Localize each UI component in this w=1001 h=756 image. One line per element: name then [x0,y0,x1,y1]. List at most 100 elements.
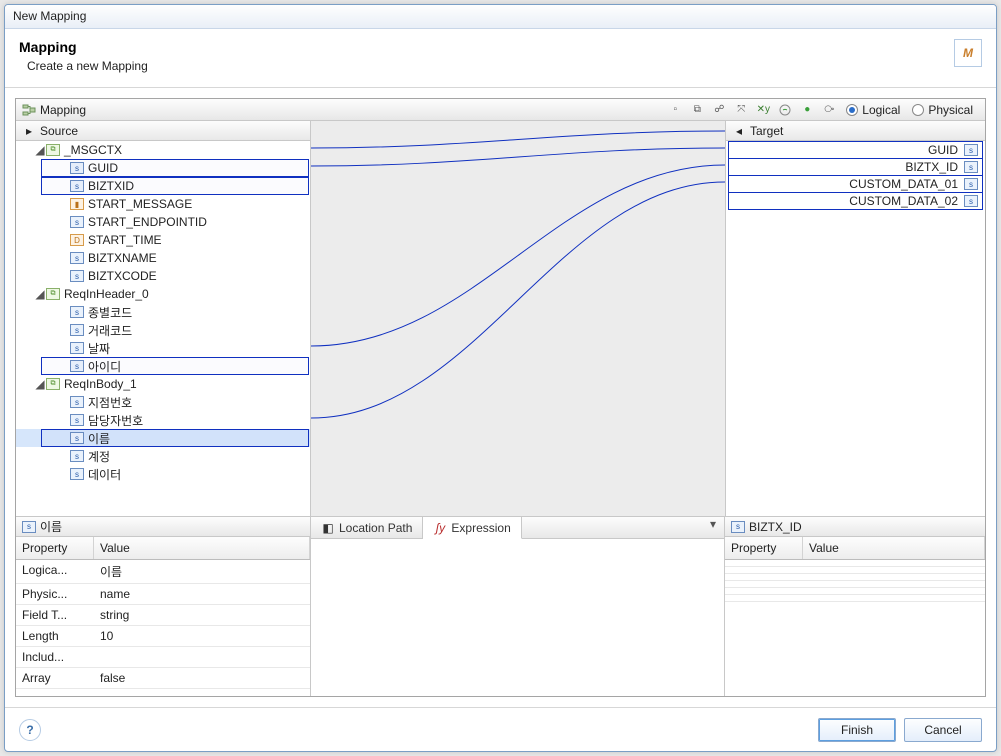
cancel-label: Cancel [924,723,961,737]
radio-physical[interactable]: Physical [912,103,973,117]
property-row[interactable] [725,595,985,602]
window-title: New Mapping [13,9,86,23]
type-s-icon: s [70,306,84,318]
col-property: Property [16,537,94,559]
tree-label: BIZTXNAME [88,251,157,265]
tree-item[interactable]: s이름 [16,429,310,447]
twisty-icon[interactable]: ◢ [34,287,46,301]
property-row[interactable] [725,567,985,574]
source-icon: ▸ [22,124,36,138]
tree-item[interactable]: ▮START_MESSAGE [16,195,310,213]
tree-label: START_TIME [88,233,162,247]
tb-btn-1[interactable]: ▫ [666,101,684,119]
tree-item[interactable]: s날짜 [16,339,310,357]
property-row[interactable]: Includ... [16,647,310,668]
tree-item[interactable]: sBIZTXCODE [16,267,310,285]
property-row[interactable] [725,588,985,595]
tree-item[interactable]: s아이디 [16,357,310,375]
titlebar[interactable]: New Mapping [5,5,996,29]
twisty-icon[interactable]: ◢ [34,143,46,157]
finish-label: Finish [841,723,873,737]
target-properties-title: BIZTX_ID [749,520,802,534]
tree-group[interactable]: ◢⧉ReqInHeader_0 [16,285,310,303]
target-properties-table[interactable]: Property Value [725,537,985,696]
prop-value [94,647,310,667]
tree-group[interactable]: ◢⧉ReqInBody_1 [16,375,310,393]
tree-item[interactable]: s데이터 [16,465,310,483]
type-s-icon: s [70,432,84,444]
tab-dropdown[interactable]: ▾ [702,517,724,538]
prop-value: false [94,668,310,688]
prop-value [803,567,985,573]
tb-btn-7[interactable]: ● [798,101,816,119]
property-row[interactable]: Field T...string [16,605,310,626]
finish-button[interactable]: Finish [818,718,896,742]
tb-btn-3[interactable]: ☍ [710,101,728,119]
source-panel-head: ▸ Source [16,121,310,141]
property-row[interactable]: Logica...이름 [16,560,310,584]
target-item[interactable]: CUSTOM_DATA_02s [728,192,983,210]
property-row[interactable]: Arrayfalse [16,668,310,689]
bottom-panels: s 이름 Property Value Logica...이름Physic...… [16,516,985,696]
tb-btn-4[interactable]: ⤧ [732,101,750,119]
tree-item[interactable]: sBIZTXNAME [16,249,310,267]
tree-item[interactable]: sGUID [16,159,310,177]
radio-logical[interactable]: Logical [846,103,900,117]
tree-item[interactable]: sBIZTXID [16,177,310,195]
tree-group[interactable]: ◢⧉_MSGCTX [16,141,310,159]
help-button[interactable]: ? [19,719,41,741]
tree-item[interactable]: s 거래코드 [16,321,310,339]
tb-btn-2[interactable]: ⧉ [688,101,706,119]
tree-item[interactable]: DSTART_TIME [16,231,310,249]
target-item[interactable]: GUIDs [728,141,983,159]
type-string-icon: s [22,521,36,533]
col-value: Value [94,537,310,559]
target-item[interactable]: CUSTOM_DATA_01 s [728,175,983,193]
cancel-button[interactable]: Cancel [904,718,982,742]
target-label: CUSTOM_DATA_02 [849,194,958,208]
target-label: CUSTOM_DATA_01 [849,177,958,191]
property-row[interactable] [725,560,985,567]
tree-item[interactable]: s지점번호 [16,393,310,411]
target-item[interactable]: BIZTX_IDs [728,158,983,176]
tree-label: 거래코드 [88,322,132,339]
tab-location-path[interactable]: ◧ Location Path [311,517,423,538]
property-row[interactable]: Physic...name [16,584,310,605]
radio-dot-icon [846,104,858,116]
property-row[interactable] [725,574,985,581]
tree-item[interactable]: s계정 [16,447,310,465]
tree-label: 종별코드 [88,304,132,321]
path-icon: ◧ [321,521,335,535]
target-label: GUID [928,143,958,157]
tb-btn-6[interactable] [776,101,794,119]
type-s-icon: s [70,324,84,336]
tab-expression[interactable]: ʃy Expression [423,517,521,539]
twisty-icon[interactable]: ◢ [34,377,46,391]
prop-value [803,595,985,601]
property-row[interactable]: Length10 [16,626,310,647]
tree-item[interactable]: s담당자번호 [16,411,310,429]
prop-value [803,574,985,580]
prop-name: Length [16,626,94,646]
tree-label: START_MESSAGE [88,197,192,211]
target-tree[interactable]: GUIDsBIZTX_IDsCUSTOM_DATA_01sCUSTOM_DATA… [726,141,985,516]
type-s-icon: s [70,216,84,228]
source-properties-table[interactable]: Property Value Logica...이름Physic...nameF… [16,537,310,696]
tb-btn-5[interactable]: ✕y [754,101,772,119]
tree-label: BIZTXID [88,179,134,193]
source-panel: ▸ Source ◢⧉_MSGCTXsGUIDsBIZTXID▮START_ME… [16,121,311,516]
tree-label: 담당자번호 [88,412,143,429]
group-icon: ⧉ [46,378,60,390]
mapping-canvas[interactable] [311,121,725,516]
source-tree[interactable]: ◢⧉_MSGCTXsGUIDsBIZTXID▮START_MESSAGEsSTA… [16,141,310,516]
target-panel: ◂ Target GUIDsBIZTX_IDsCUSTOM_DATA_01sCU… [725,121,985,516]
target-label: Target [750,124,783,138]
tree-item[interactable]: sSTART_ENDPOINTID [16,213,310,231]
tree-item[interactable]: s 종별코드 [16,303,310,321]
source-label: Source [40,124,78,138]
content-area: Mapping ▫ ⧉ ☍ ⤧ ✕y ● ⧂ Logical Physical [15,98,986,697]
type-string-icon: s [964,178,978,190]
property-row[interactable] [725,581,985,588]
tb-btn-8[interactable]: ⧂ [820,101,838,119]
expression-body[interactable] [311,539,724,696]
